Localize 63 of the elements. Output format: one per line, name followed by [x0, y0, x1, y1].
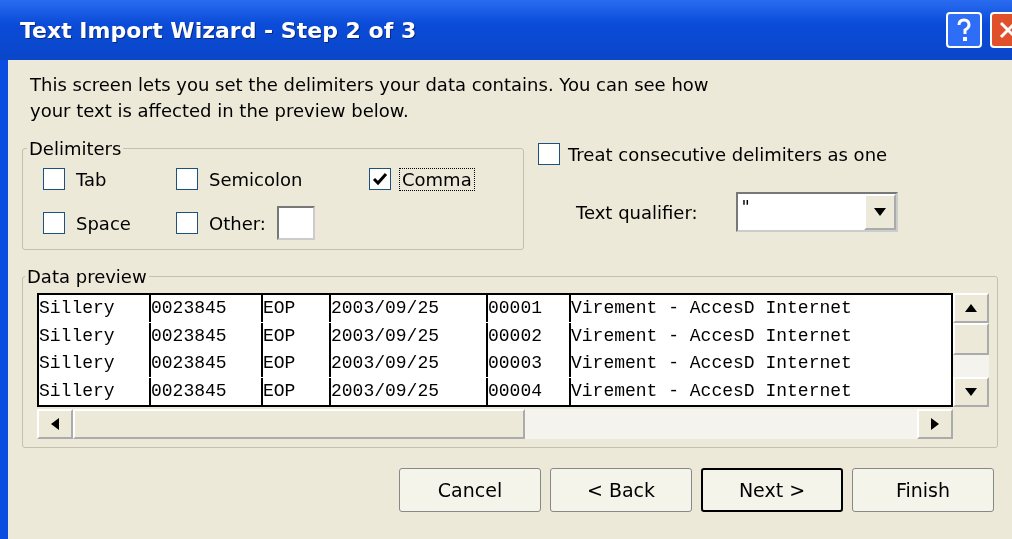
table-cell: 00002: [488, 322, 571, 350]
other-field[interactable]: [276, 206, 315, 240]
up-arrow-icon: [965, 304, 977, 312]
down-arrow-icon: [965, 388, 977, 396]
dialog-button[interactable]: Cancel: [399, 468, 541, 512]
checkbox[interactable]: [43, 168, 65, 190]
help-button[interactable]: [946, 12, 982, 48]
option-label: Treat consecutive delimiters as one: [568, 143, 888, 165]
table-cell: 0023845: [151, 322, 263, 350]
horizontal-scrollbar[interactable]: [37, 409, 953, 439]
close-icon: [998, 20, 1012, 40]
table-cell: Sillery: [39, 322, 151, 350]
scroll-thumb[interactable]: [73, 409, 525, 439]
group-label: Delimiters: [28, 138, 123, 159]
qualifier-dropdown[interactable]: ": [735, 192, 898, 232]
field-label: Text qualifier:: [576, 201, 698, 223]
table-cell: EOP: [263, 377, 331, 405]
table-cell: 0023845: [151, 350, 263, 377]
table-cell: 2003/09/25: [331, 322, 488, 350]
table-cell-text: Virement - AccesD Internet: [571, 297, 853, 320]
table-cell: 00004: [488, 377, 571, 405]
table-cell: 2003/09/25: [331, 377, 488, 405]
caret-icon: [873, 208, 886, 216]
table-cell: Sillery: [39, 377, 151, 405]
instructions-text: This screen lets you set the delimiters your data contains. You can see how your text is affected in the preview below.: [30, 73, 710, 123]
table-cell: 0023845: [151, 377, 263, 405]
table-cell: Sillery: [39, 295, 151, 322]
table-cell: EOP: [263, 350, 331, 377]
window-title: Text Import Wizard - Step 2 of 3: [20, 17, 418, 43]
table-cell: 2003/09/25: [331, 350, 488, 377]
table-cell: Sillery: [39, 350, 151, 377]
right-arrow-icon: [931, 418, 939, 430]
scroll-down-button[interactable]: [953, 377, 989, 407]
checkbox[interactable]: [538, 143, 560, 165]
vertical-scrollbar[interactable]: [953, 293, 989, 407]
checkbox[interactable]: [176, 168, 198, 190]
scroll-up-button[interactable]: [953, 293, 989, 323]
dialog-button[interactable]: Next >: [701, 468, 843, 512]
option-label: Other:: [208, 211, 267, 235]
scroll-thumb[interactable]: [953, 323, 989, 355]
option-label: Tab: [75, 167, 108, 191]
checkbox[interactable]: [176, 212, 198, 234]
table-cell: 00003: [488, 350, 571, 377]
table-cell-text: Virement - AccesD Internet: [571, 352, 853, 375]
left-arrow-icon: [51, 418, 59, 430]
table-cell: 0023845: [151, 295, 263, 322]
dialog-button[interactable]: < Back: [550, 468, 692, 512]
option-label: Comma: [399, 167, 475, 191]
table-cell-text: Virement - AccesD Internet: [571, 379, 853, 403]
scroll-right-button[interactable]: [917, 409, 953, 439]
help-icon: [956, 18, 972, 42]
table-cell: 00001: [488, 295, 571, 322]
option-label: Semicolon: [208, 167, 304, 191]
dialog-button[interactable]: Finish: [852, 468, 994, 512]
table-cell-text: Virement - AccesD Internet: [571, 324, 853, 348]
checkbox[interactable]: [369, 168, 391, 190]
group-label: Data preview: [26, 266, 148, 287]
table-cell: EOP: [263, 322, 331, 350]
table-cell: EOP: [263, 295, 331, 322]
table-cell: 2003/09/25: [331, 295, 488, 322]
option-label: Space: [75, 211, 132, 235]
checkbox[interactable]: [43, 212, 65, 234]
scroll-left-button[interactable]: [37, 409, 73, 439]
